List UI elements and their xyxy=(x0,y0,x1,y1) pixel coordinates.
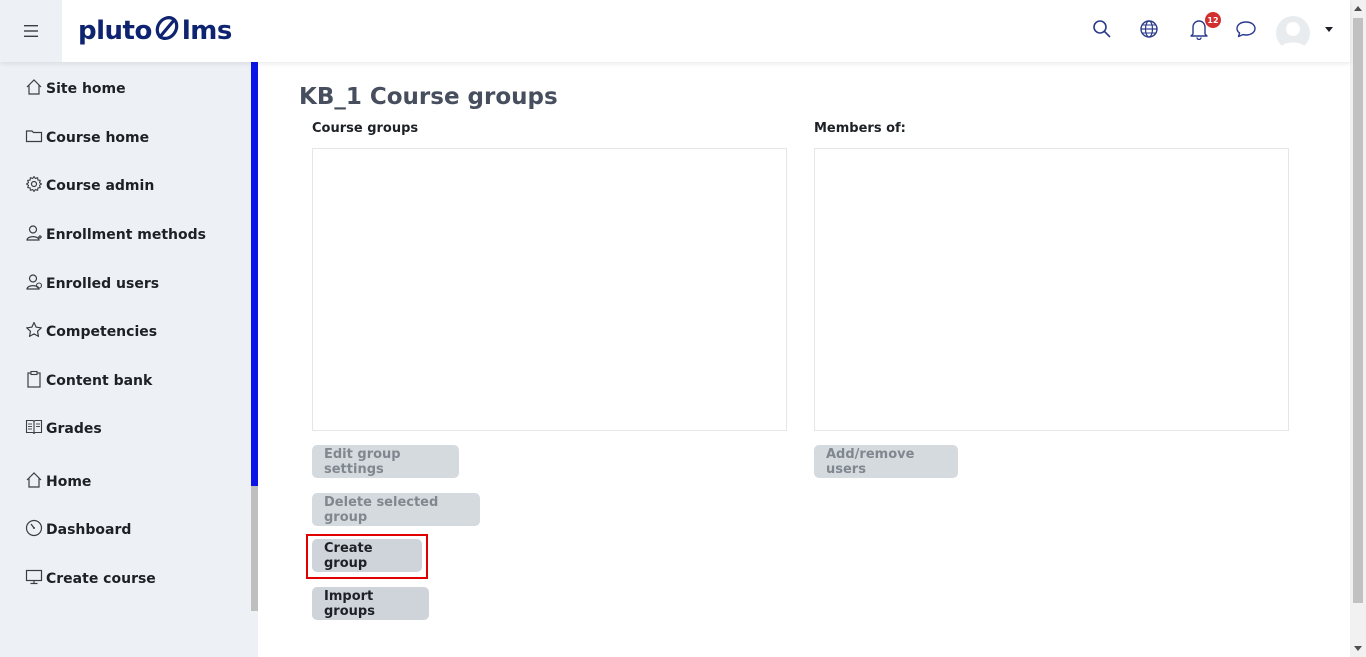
messages-button[interactable] xyxy=(1231,16,1261,46)
sidebar-item-label: Dashboard xyxy=(46,522,132,538)
sidebar-item-label: Create course xyxy=(46,571,156,587)
user-avatar[interactable] xyxy=(1276,16,1310,50)
folder-icon xyxy=(24,126,44,146)
sidebar-item-label: Enrollment methods xyxy=(46,227,206,243)
course-groups-label: Course groups xyxy=(312,121,419,136)
menu-toggle-button[interactable] xyxy=(0,0,62,62)
star-icon xyxy=(24,320,44,340)
sidebar-item-label: Course admin xyxy=(46,178,155,194)
delete-selected-group-button[interactable]: Delete selected group xyxy=(312,493,480,526)
sidebar-item-dashboard[interactable]: Dashboard xyxy=(24,518,131,542)
logo-mark-icon xyxy=(153,14,181,49)
logo-text-right: lms xyxy=(181,16,232,46)
scroll-up-arrow-icon[interactable] xyxy=(1354,6,1362,11)
sidebar-item-content-bank[interactable]: Content bank xyxy=(24,369,152,393)
sidebar-scrollbar-thumb[interactable] xyxy=(251,62,258,486)
monitor-icon xyxy=(24,567,44,587)
hamburger-icon xyxy=(24,22,38,41)
sidebar-item-course-home[interactable]: Course home xyxy=(24,126,149,150)
gear-icon xyxy=(24,174,44,194)
pluto-lms-logo[interactable]: pluto lms xyxy=(78,12,232,50)
gauge-icon xyxy=(24,518,44,538)
clipboard-icon xyxy=(24,369,44,389)
user-menu-chevron-down-icon[interactable] xyxy=(1325,27,1333,32)
sidebar-item-enrollment-methods[interactable]: Enrollment methods xyxy=(24,223,206,247)
page-title: KB_1 Course groups xyxy=(299,84,558,110)
sidebar-item-site-home[interactable]: Site home xyxy=(24,77,126,101)
sidebar-item-label: Site home xyxy=(46,81,126,97)
members-of-label: Members of: xyxy=(814,121,906,136)
sidebar-item-label: Content bank xyxy=(46,373,153,389)
course-groups-listbox[interactable] xyxy=(312,148,787,431)
edit-group-settings-button[interactable]: Edit group settings xyxy=(312,445,459,478)
search-button[interactable] xyxy=(1087,16,1117,46)
globe-icon xyxy=(1139,19,1159,43)
user-add-icon xyxy=(24,223,44,243)
top-navbar: pluto lms 12 xyxy=(0,0,1350,62)
sidebar-item-course-admin[interactable]: Course admin xyxy=(24,174,154,198)
home-icon xyxy=(24,77,44,97)
page-scrollbar-thumb[interactable] xyxy=(1353,18,1363,603)
sidebar-item-create-course[interactable]: Create course xyxy=(24,567,156,591)
sidebar-item-label: Enrolled users xyxy=(46,276,160,292)
sidebar-item-enrolled-users[interactable]: Enrolled users xyxy=(24,272,159,296)
sidebar-item-label: Competencies xyxy=(46,324,158,340)
page-scrollbar[interactable] xyxy=(1350,0,1366,657)
home-icon xyxy=(24,470,44,490)
users-icon xyxy=(24,272,44,292)
book-icon xyxy=(24,417,44,437)
sidebar-scrollbar-lower xyxy=(251,486,258,611)
chat-bubble-icon xyxy=(1235,19,1257,43)
sidebar-item-competencies[interactable]: Competencies xyxy=(24,320,157,344)
add-remove-users-button[interactable]: Add/remove users xyxy=(814,445,958,478)
sidebar-item-label: Grades xyxy=(46,421,102,437)
sidebar-item-label: Home xyxy=(46,474,92,490)
sidebar-item-grades[interactable]: Grades xyxy=(24,417,102,441)
notification-count-badge: 12 xyxy=(1204,11,1222,29)
search-icon xyxy=(1092,19,1112,43)
logo-text-left: pluto xyxy=(78,16,152,46)
sidebar-item-label: Course home xyxy=(46,130,150,146)
import-groups-button[interactable]: Import groups xyxy=(312,587,429,620)
sidebar-item-home[interactable]: Home xyxy=(24,470,91,494)
members-listbox[interactable] xyxy=(814,148,1289,431)
language-button[interactable] xyxy=(1134,16,1164,46)
scroll-down-arrow-icon[interactable] xyxy=(1354,646,1362,651)
create-group-highlight xyxy=(306,534,428,579)
